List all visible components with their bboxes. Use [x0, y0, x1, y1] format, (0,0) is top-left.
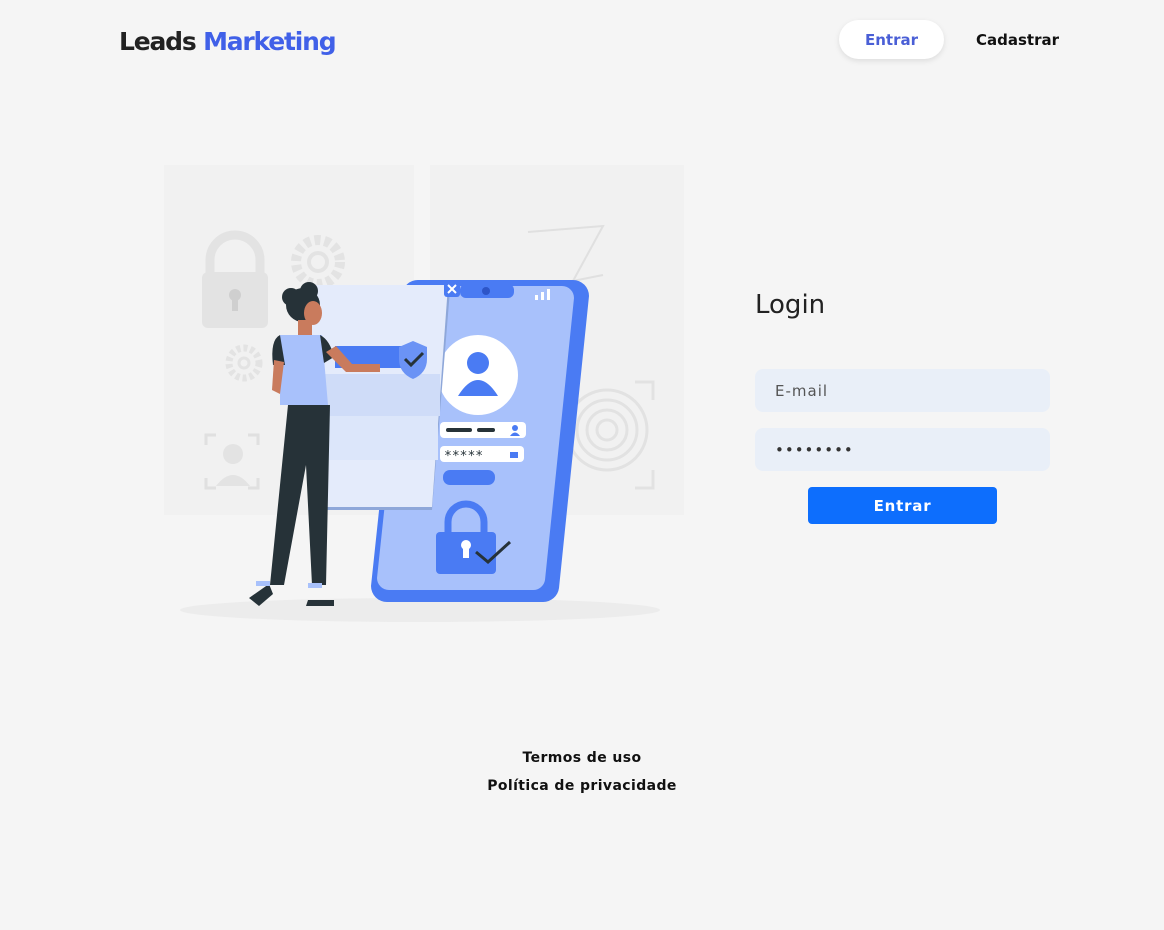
- email-input[interactable]: [755, 369, 1050, 412]
- terms-of-use-link[interactable]: Termos de uso: [0, 750, 1164, 766]
- login-page: Leads Marketing Entrar Cadastrar ***** L…: [0, 0, 1164, 930]
- logo-primary-text: Leads: [119, 27, 197, 56]
- brand-logo[interactable]: Leads Marketing: [119, 27, 337, 56]
- login-submit-button[interactable]: Entrar: [808, 487, 997, 524]
- login-illustration: *****: [164, 165, 684, 622]
- nav-register-link[interactable]: Cadastrar: [976, 30, 1059, 50]
- password-mask-text: *****: [444, 449, 483, 464]
- login-button-graphic: [443, 470, 495, 485]
- privacy-policy-link[interactable]: Política de privacidade: [0, 778, 1164, 794]
- close-icon: [444, 281, 460, 297]
- login-title: Login: [755, 290, 826, 320]
- logo-accent-text: Marketing: [203, 27, 337, 56]
- user-avatar-icon: [438, 335, 518, 415]
- password-input[interactable]: [755, 428, 1050, 471]
- nav-login-button[interactable]: Entrar: [839, 20, 944, 59]
